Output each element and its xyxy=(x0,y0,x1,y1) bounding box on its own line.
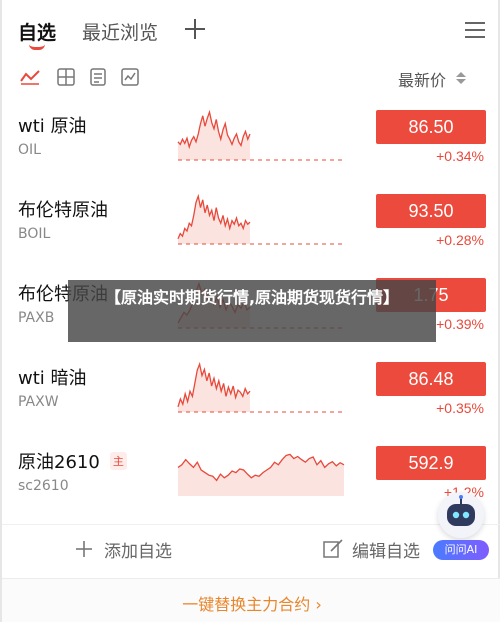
change-percent: +0.39% xyxy=(436,316,484,332)
ai-assistant-bot-icon[interactable] xyxy=(438,492,484,538)
banner-text: 一键替换主力合约 xyxy=(182,595,311,614)
list-item[interactable]: wti 原油 OIL 86.50 +0.34% xyxy=(2,98,500,182)
sparkline-area xyxy=(178,112,250,160)
tab-recent[interactable]: 最近浏览 xyxy=(82,18,158,45)
edit-watchlist-label: 编辑自选 xyxy=(352,541,420,562)
instrument-code: PAXB xyxy=(18,310,55,326)
instrument-code: sc2610 xyxy=(18,478,69,494)
instrument-name: 布伦特原油 xyxy=(18,200,108,221)
instrument-name: 原油2610 主 xyxy=(18,448,127,474)
ask-ai-button[interactable]: 问问AI xyxy=(433,540,489,560)
price-button[interactable]: 86.48 xyxy=(376,362,486,396)
add-watchlist-label: 添加自选 xyxy=(104,541,172,562)
instrument-code: OIL xyxy=(18,142,41,158)
list-item[interactable]: 布伦特原油 BOIL 93.50 +0.28% xyxy=(2,182,500,266)
main-contract-badge: 主 xyxy=(109,452,127,470)
instrument-name: wti 暗油 xyxy=(18,368,87,389)
top-tab-bar: 自选 最近浏览 xyxy=(2,0,500,58)
instrument-code: BOIL xyxy=(18,226,51,242)
sparkline-chart xyxy=(177,109,344,161)
grid-view-icon[interactable] xyxy=(56,68,76,86)
replace-main-contract-banner[interactable]: 一键替换主力合约 › xyxy=(2,578,500,622)
app-frame: 自选 最近浏览 最新价 wti 原油 OIL 86.50 +0.34% 布伦特原… xyxy=(0,0,500,622)
sparkline-chart xyxy=(177,193,344,245)
plus-icon xyxy=(76,541,92,557)
instrument-code: PAXW xyxy=(18,394,59,410)
edit-icon xyxy=(323,539,343,558)
sparkline-chart xyxy=(177,453,345,496)
price-button[interactable]: 592.9 xyxy=(376,446,486,480)
active-tab-indicator xyxy=(29,44,45,50)
trend-view-icon[interactable] xyxy=(20,68,40,86)
robot-icon xyxy=(447,495,475,526)
view-toolbar: 最新价 xyxy=(2,58,500,98)
sort-icon[interactable] xyxy=(454,71,468,85)
menu-icon[interactable] xyxy=(464,20,486,40)
caption-overlay: 【原油实时期货行情,原油期货现货行情】 xyxy=(68,280,436,342)
add-watchlist-button[interactable]: 添加自选 xyxy=(74,537,172,562)
banner-label: 一键替换主力合约 › xyxy=(182,595,322,614)
change-percent: +0.34% xyxy=(436,148,484,164)
edit-watchlist-button[interactable]: 编辑自选 xyxy=(322,537,420,562)
instrument-name-text: 原油2610 xyxy=(18,452,100,473)
watchlist-actions: 添加自选 编辑自选 xyxy=(2,524,500,572)
change-percent: +0.35% xyxy=(436,400,484,416)
sparkline-area xyxy=(178,364,250,412)
tab-watchlist[interactable]: 自选 xyxy=(18,18,56,45)
list-item[interactable]: wti 暗油 PAXW 86.48 +0.35% xyxy=(2,350,500,434)
price-button[interactable]: 86.50 xyxy=(376,110,486,144)
instrument-name: wti 原油 xyxy=(18,116,87,137)
chart-view-icon[interactable] xyxy=(120,68,140,86)
list-view-icon[interactable] xyxy=(88,68,108,86)
add-icon[interactable] xyxy=(183,17,207,41)
sparkline-chart xyxy=(177,361,344,413)
sort-by-price[interactable]: 最新价 xyxy=(398,67,446,91)
price-button[interactable]: 93.50 xyxy=(376,194,486,228)
list-item[interactable]: 原油2610主 sc2610 592.9 +1.2% xyxy=(2,434,500,518)
change-percent: +0.28% xyxy=(436,232,484,248)
